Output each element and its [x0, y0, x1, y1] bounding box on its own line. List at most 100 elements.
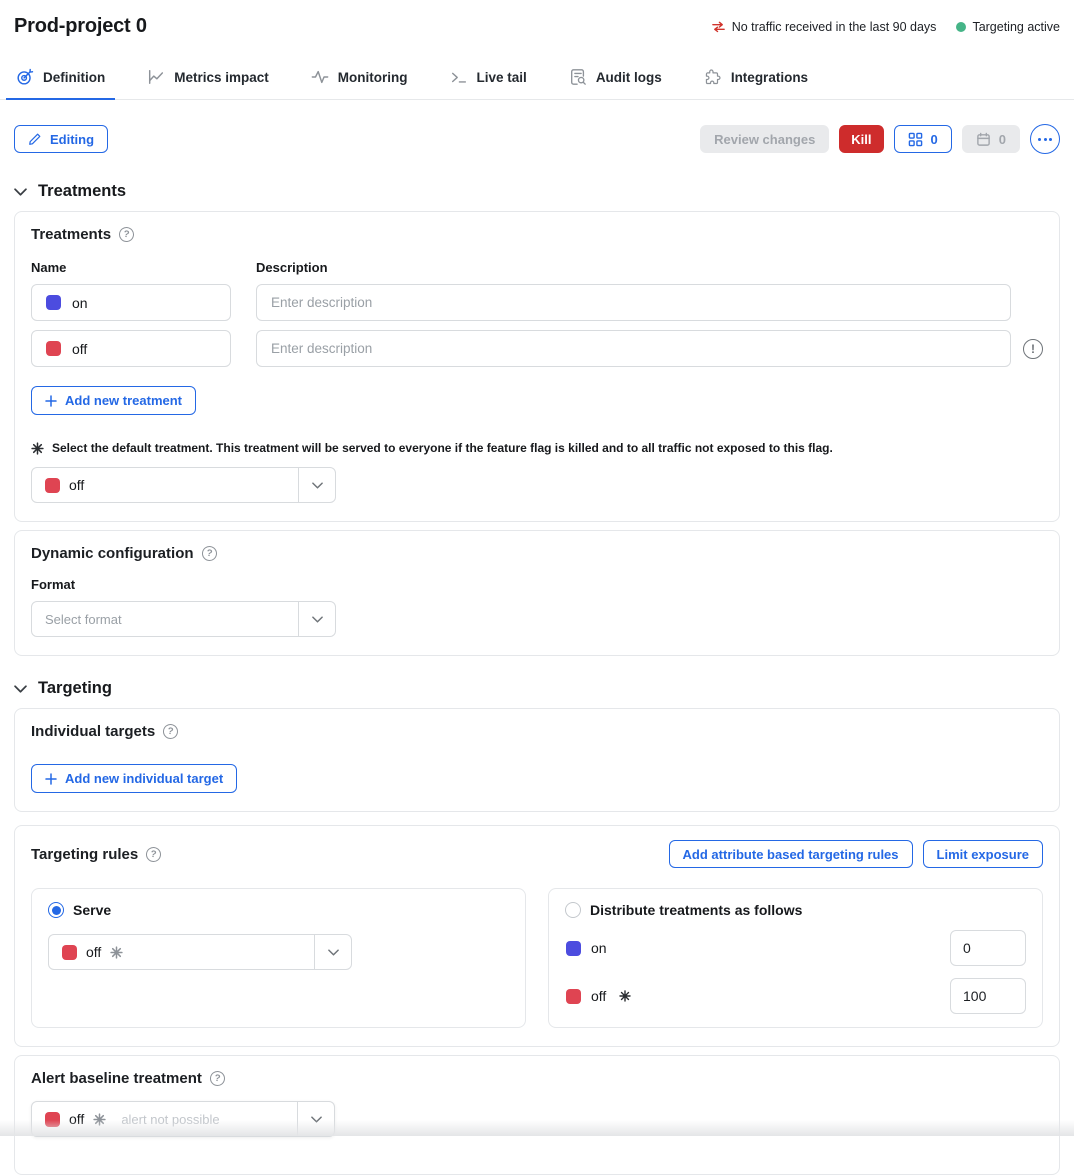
treatment-name-input[interactable]: off	[31, 330, 231, 367]
alert-baseline-hint: alert not possible	[121, 1112, 219, 1127]
asterisk-icon	[110, 946, 123, 959]
distribute-label: Distribute treatments as follows	[590, 902, 802, 918]
chevron-down-icon	[314, 935, 351, 969]
add-attribute-rules-button[interactable]: Add attribute based targeting rules	[669, 840, 913, 868]
tab-audit-logs[interactable]: Audit logs	[567, 62, 664, 99]
chevron-down-icon	[298, 602, 335, 636]
treatment-color-swatch	[566, 941, 581, 956]
targeting-rules-header: Targeting rules ? Add attribute based ta…	[31, 840, 1043, 868]
targeting-section-heading[interactable]: Targeting	[14, 679, 1060, 698]
individual-targets-title: Individual targets ?	[31, 723, 1043, 740]
traffic-status-label: No traffic received in the last 90 days	[732, 20, 937, 34]
default-treatment-value: off	[69, 477, 84, 493]
format-label: Format	[31, 577, 1043, 592]
targeting-rules-card: Targeting rules ? Add attribute based ta…	[14, 825, 1060, 1047]
help-icon[interactable]: ?	[209, 1070, 226, 1087]
targeting-status-label: Targeting active	[972, 20, 1060, 34]
distribute-panel: Distribute treatments as follows on off	[548, 888, 1043, 1028]
distribute-percent-input[interactable]	[950, 978, 1026, 1014]
tab-monitoring[interactable]: Monitoring	[309, 62, 410, 99]
treatment-row: on	[31, 284, 1043, 321]
distribute-row: on	[565, 930, 1026, 966]
editing-label: Editing	[50, 132, 94, 147]
serve-radio[interactable]	[48, 902, 64, 918]
distribute-treatment-name: off	[591, 988, 606, 1004]
treatment-description-input[interactable]	[256, 284, 1011, 321]
grid-icon	[908, 132, 923, 147]
tab-metrics-impact[interactable]: Metrics impact	[145, 62, 271, 99]
add-new-treatment-label: Add new treatment	[65, 393, 182, 408]
asterisk-icon	[619, 990, 631, 1002]
tab-label: Monitoring	[338, 70, 408, 85]
column-headers: Name Description	[31, 260, 1043, 275]
toolbar: Editing Review changes Kill 0	[14, 124, 1060, 154]
schedule-count-button[interactable]: 0	[962, 125, 1020, 153]
tab-definition[interactable]: Definition	[14, 62, 107, 99]
tab-label: Audit logs	[596, 70, 662, 85]
chevron-down-icon	[14, 685, 27, 693]
description-column-header: Description	[256, 260, 328, 275]
tab-label: Integrations	[731, 70, 808, 85]
tab-bar: Definition Metrics impact Monitoring	[0, 62, 1074, 100]
puzzle-icon	[704, 68, 722, 86]
grid-count: 0	[931, 132, 938, 147]
treatments-card: Treatments ? Name Description on off !	[14, 211, 1060, 522]
editing-button[interactable]: Editing	[14, 125, 108, 153]
ellipsis-icon	[1038, 138, 1041, 141]
toolbar-right: Review changes Kill 0	[700, 124, 1060, 154]
calendar-icon	[976, 132, 991, 147]
treatment-name: on	[72, 295, 88, 311]
serve-treatment-select[interactable]: off	[48, 934, 352, 970]
audit-icon	[569, 68, 587, 86]
help-icon[interactable]: ?	[162, 723, 179, 740]
treatment-color-swatch	[46, 295, 61, 310]
alert-baseline-select[interactable]: off alert not possible	[31, 1101, 335, 1137]
chevron-down-icon	[298, 468, 335, 502]
name-column-header: Name	[31, 260, 256, 275]
targeting-rules-title: Targeting rules ?	[31, 846, 161, 863]
individual-targets-card: Individual targets ? Add new individual …	[14, 708, 1060, 812]
help-icon[interactable]: ?	[118, 226, 135, 243]
page-title: Prod-project 0	[14, 15, 147, 38]
treatment-color-swatch	[45, 478, 60, 493]
default-note-text: Select the default treatment. This treat…	[52, 441, 833, 455]
treatments-card-title: Treatments ?	[31, 226, 1043, 243]
default-treatment-select[interactable]: off	[31, 467, 336, 503]
serve-label: Serve	[73, 902, 111, 918]
kill-button[interactable]: Kill	[839, 125, 883, 153]
plus-icon	[45, 395, 57, 407]
tab-label: Metrics impact	[174, 70, 269, 85]
review-changes-button[interactable]: Review changes	[700, 125, 829, 153]
add-new-treatment-button[interactable]: Add new treatment	[31, 386, 196, 415]
pulse-icon	[311, 68, 329, 86]
pencil-icon	[28, 132, 42, 146]
format-select[interactable]: Select format	[31, 601, 336, 637]
chart-icon	[147, 68, 165, 86]
treatments-section-heading[interactable]: Treatments	[14, 182, 1060, 201]
treatment-color-swatch	[62, 945, 77, 960]
treatment-color-swatch	[46, 341, 61, 356]
swap-arrows-icon	[711, 21, 726, 33]
add-individual-target-button[interactable]: Add new individual target	[31, 764, 237, 793]
treatment-name-input[interactable]: on	[31, 284, 231, 321]
help-icon[interactable]: ?	[201, 545, 218, 562]
calendar-count: 0	[999, 132, 1006, 147]
serve-panel: Serve off	[31, 888, 526, 1028]
help-icon[interactable]: ?	[145, 846, 162, 863]
tab-live-tail[interactable]: Live tail	[448, 62, 529, 99]
distribute-treatment-name: on	[591, 940, 607, 956]
serve-treatment-value: off	[86, 944, 101, 960]
limit-exposure-button[interactable]: Limit exposure	[923, 840, 1043, 868]
plus-icon	[45, 773, 57, 785]
distribute-percent-input[interactable]	[950, 930, 1026, 966]
default-treatment-note: Select the default treatment. This treat…	[31, 441, 1043, 455]
serve-radio-row[interactable]: Serve	[48, 902, 509, 918]
more-options-button[interactable]	[1030, 124, 1060, 154]
tab-label: Live tail	[477, 70, 527, 85]
treatment-description-input[interactable]	[256, 330, 1011, 367]
distribute-radio[interactable]	[565, 902, 581, 918]
tab-integrations[interactable]: Integrations	[702, 62, 810, 99]
asterisk-icon	[93, 1113, 106, 1126]
environments-count-button[interactable]: 0	[894, 125, 952, 153]
distribute-radio-row[interactable]: Distribute treatments as follows	[565, 902, 1026, 918]
